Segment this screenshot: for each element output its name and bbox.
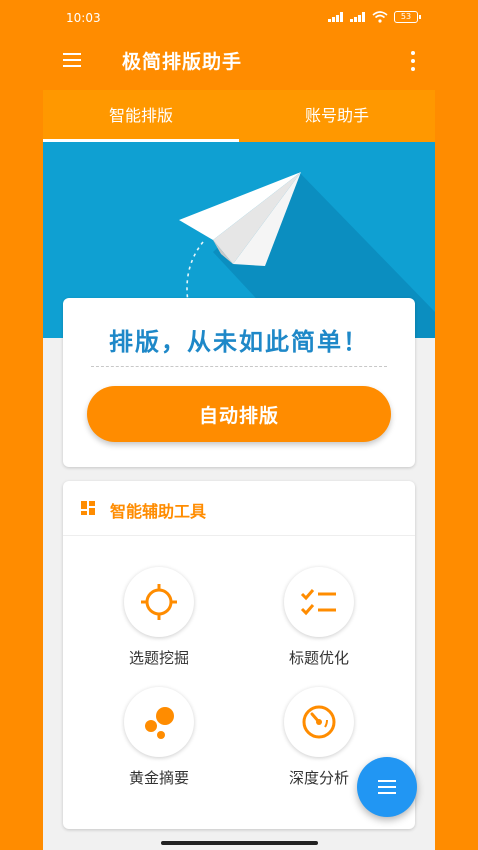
- status-time: 10:03: [66, 11, 101, 25]
- wifi-icon: [372, 11, 388, 23]
- hero-card: 排版，从未如此简单！ 自动排版: [63, 298, 415, 467]
- hamburger-menu-icon[interactable]: [60, 50, 86, 70]
- tool-icon-circle: [124, 687, 194, 757]
- tool-topic-mining[interactable]: 选题挖掘: [89, 567, 229, 677]
- tool-icon-circle: [284, 687, 354, 757]
- more-vertical-icon[interactable]: [408, 50, 418, 72]
- app-title: 极简排版助手: [122, 51, 243, 73]
- tool-icon-circle: [124, 567, 194, 637]
- tools-title: 智能辅助工具: [110, 502, 207, 521]
- auto-layout-button[interactable]: 自动排版: [87, 386, 391, 442]
- tool-label: 选题挖掘: [128, 649, 189, 667]
- tab-bar: 智能排版 账号助手: [43, 90, 435, 142]
- tab-smart-layout[interactable]: 智能排版: [43, 90, 239, 142]
- status-bar: 10:03 53: [0, 0, 478, 36]
- bubbles-icon: [145, 707, 174, 739]
- divider: [91, 366, 387, 367]
- tool-icon-circle: [284, 567, 354, 637]
- tool-label: 黄金摘要: [128, 769, 189, 787]
- signal-icon: [350, 12, 366, 22]
- status-icons: 53: [328, 11, 421, 23]
- tool-title-optimize[interactable]: 标题优化: [249, 567, 389, 677]
- tool-label: 标题优化: [288, 649, 349, 667]
- main-content: 排版，从未如此简单！ 自动排版 智能辅助工具 选题挖掘 标题优化 黄金摘要 深度…: [43, 142, 435, 850]
- signal-icon: [328, 12, 344, 22]
- tools-header: 智能辅助工具: [63, 481, 415, 536]
- gauge-icon: [302, 705, 336, 739]
- fab-menu-button[interactable]: [357, 757, 417, 817]
- crosshair-icon: [141, 584, 177, 620]
- home-indicator[interactable]: [161, 841, 318, 845]
- battery-icon: 53: [394, 11, 421, 23]
- tool-golden-summary[interactable]: 黄金摘要: [89, 687, 229, 797]
- slogan: 排版，从未如此简单！: [109, 328, 369, 356]
- grid-icon: [81, 501, 95, 515]
- checklist-icon: [300, 589, 336, 616]
- tab-account-assistant[interactable]: 账号助手: [239, 90, 435, 142]
- app-bar: 极简排版助手: [0, 36, 478, 84]
